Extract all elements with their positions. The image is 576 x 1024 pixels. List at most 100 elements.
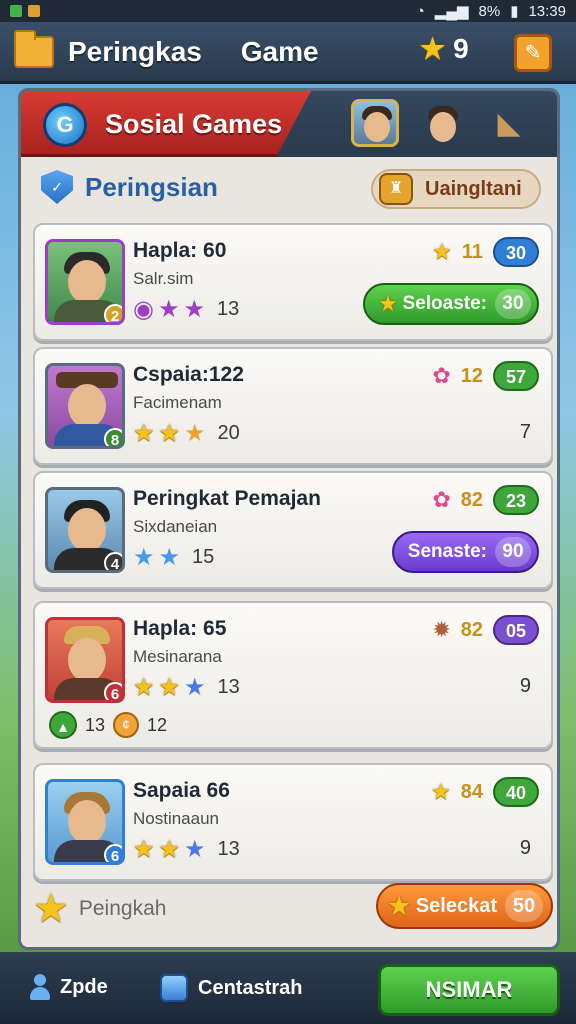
player-card[interactable]: 4 Peringkat Pemajan Sixdaneian ★ ★ 15 ✿ … [33, 471, 553, 589]
select-label: Seloaste: [402, 293, 487, 314]
rank-badge: 23 [493, 485, 539, 515]
blue-star-icon: ★ [133, 544, 155, 571]
folder-icon[interactable] [14, 29, 54, 68]
profile-nav[interactable]: Zpde [30, 974, 108, 1000]
status-left [10, 5, 40, 17]
player-name: Hapla: 65 [133, 617, 227, 640]
select-button[interactable]: ★ Seloaste: 30 [363, 283, 539, 325]
avatar-face [364, 112, 390, 142]
purple-star-icon: ★ [183, 296, 205, 323]
footer-button-label: Seleckat [415, 894, 497, 917]
panel-footer: ★ Peingkah ★ Seleckat 50 [33, 881, 553, 937]
player-points: 11 [461, 240, 483, 263]
star-icon: ★ [133, 836, 155, 863]
stars-count: 13 [217, 676, 240, 698]
star-icon: ★ [432, 239, 452, 264]
sort-button[interactable]: ♜ Uaingltani [371, 169, 541, 209]
star-count: 9 [453, 32, 469, 64]
player-name: Hapla: 60 [133, 239, 227, 262]
player-name: Peringkat Pemajan [133, 487, 321, 510]
rank-badge: 30 [493, 237, 539, 267]
rank-badge: 57 [493, 361, 539, 391]
blue-star-icon: ★ [184, 836, 206, 863]
purple-gem-icon: ◉ [133, 296, 154, 323]
extra-value-b: 12 [147, 714, 168, 735]
star-icon: ★ [133, 420, 155, 447]
player-avatar: 4 [45, 487, 125, 573]
select-all-button[interactable]: ★ Seleckat 50 [376, 883, 553, 929]
star-icon: ★ [184, 420, 206, 447]
avatar-face [430, 112, 456, 142]
select-value: 30 [495, 289, 531, 319]
player-card[interactable]: 6 Hapla: 65 Mesinarana ★ ★ ★ 13 ✹ 82 05 … [33, 601, 553, 749]
blue-star-icon: ★ [184, 674, 206, 701]
player-stars: ◉ ★ ★ 13 [133, 295, 239, 324]
tab-label: Sosial Games [105, 109, 283, 139]
section-header: ✓ Peringsian ♜ Uaingltani [21, 157, 557, 217]
player-stars: ★ ★ ★ 13 [133, 835, 240, 864]
player-subtitle: Salr.sim [133, 269, 194, 288]
extra-value-a: 13 [85, 714, 106, 735]
user-icon [30, 974, 50, 1000]
stars-count: 20 [217, 422, 240, 444]
app-notification-icon [10, 5, 22, 17]
main-action-button[interactable]: NSIMAR [378, 964, 560, 1016]
avatar-face [68, 508, 106, 552]
player-card[interactable]: 2 Hapla: 60 Salr.sim ◉ ★ ★ 13 ★ 11 30 ★ … [33, 223, 553, 341]
player-points: 82 [460, 618, 483, 641]
map-icon[interactable]: ✎ [514, 34, 552, 72]
shield-icon: ✓ [41, 170, 73, 204]
player-subtitle: Mesinarana [133, 647, 222, 666]
avatar-face [68, 638, 106, 682]
player-card[interactable]: 8 Cspaia:122 Facimenam ★ ★ ★ 20 ✿ 12 57 … [33, 347, 553, 465]
star-icon: ★ [158, 836, 181, 863]
avatar-face [68, 260, 106, 304]
player-stars: ★ ★ ★ 13 [133, 673, 240, 702]
gear-icon: ✹ [432, 617, 451, 642]
player-avatar: 6 [45, 779, 125, 865]
player-avatar: 8 [45, 363, 125, 449]
leaderboard-panel: G Sosial Games ◣ ✓ Peringsian ♜ Uainglta… [18, 88, 560, 950]
avatar-face [68, 384, 106, 428]
player-subtitle: Nostinaaun [133, 809, 220, 828]
player-score: ★ 11 30 [432, 237, 539, 267]
tab-social-games[interactable]: G Sosial Games [21, 91, 311, 157]
player-score: ★ 84 40 [431, 777, 539, 807]
level-badge: 4 [104, 552, 122, 570]
flower-icon: ✿ [432, 363, 451, 388]
footer-label: Peingkah [78, 897, 167, 920]
level-badge: 6 [104, 682, 122, 700]
star-icon: ★ [431, 779, 451, 804]
player-extras: ▲ 13 ¢ 12 [49, 711, 167, 739]
avatar-face [68, 800, 106, 844]
footer-button-value: 50 [505, 890, 543, 922]
player-points: 84 [460, 780, 483, 803]
stars-count: 13 [216, 298, 240, 320]
rank-badge: 40 [493, 777, 539, 807]
stars-count: 13 [217, 838, 240, 860]
player-score: ✹ 82 05 [432, 615, 539, 645]
blue-star-icon: ★ [158, 544, 181, 571]
tab-friend-avatar[interactable] [351, 99, 399, 147]
page-title: Peringkas Game [68, 35, 319, 67]
top-header: Peringkas Game ★ 9 ✎ [0, 22, 576, 84]
central-nav-label: Centastrah [198, 976, 303, 999]
social-games-icon: G [43, 103, 87, 147]
purple-star-icon: ★ [157, 296, 180, 323]
player-rank-number: 7 [519, 421, 531, 443]
status-right: ◔ ▂▄▆ 8% ▮ 13:39 [416, 2, 566, 21]
star-icon: ★ [158, 420, 181, 447]
stars-count: 15 [192, 546, 215, 568]
star-icon: ★ [420, 33, 446, 64]
up-arrow-icon: ▲ [49, 711, 77, 739]
player-stars: ★ ★ 15 [133, 543, 214, 572]
bottom-bar: Zpde Centastrah NSIMAR [0, 952, 576, 1024]
central-nav[interactable]: Centastrah [160, 974, 302, 1002]
select-button[interactable]: Senaste: 90 [391, 531, 539, 573]
player-subtitle: Sixdaneian [133, 517, 218, 536]
player-card[interactable]: 6 Sapaia 66 Nostinaaun ★ ★ ★ 13 ★ 84 40 … [33, 763, 553, 881]
player-points: 82 [460, 488, 483, 511]
tab-horn-icon[interactable]: ◣ [485, 99, 533, 147]
tab-player-avatar[interactable] [417, 99, 465, 147]
layers-icon [160, 974, 188, 1002]
